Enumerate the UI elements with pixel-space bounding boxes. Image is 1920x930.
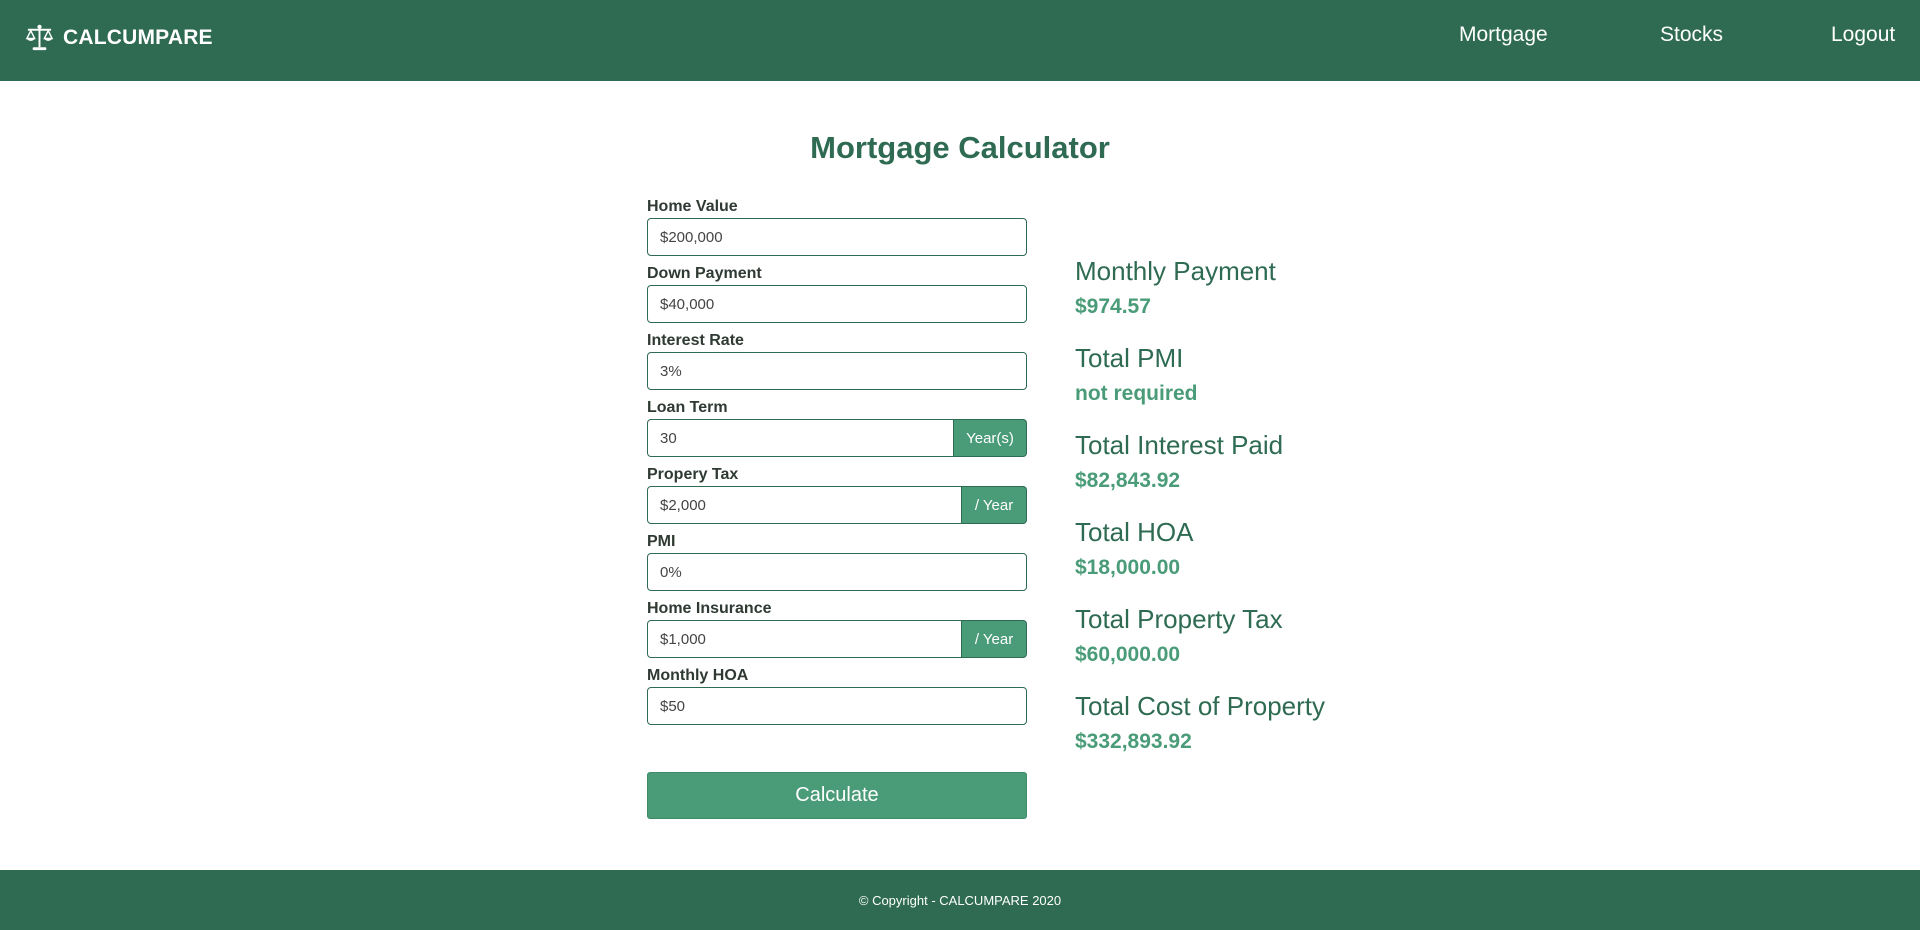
loan-term-input[interactable]	[647, 419, 954, 457]
down-payment-row	[647, 285, 1027, 323]
brand-name: CALCUMPARE	[63, 25, 213, 49]
home-value-label: Home Value	[647, 198, 738, 215]
interest-rate-input[interactable]	[647, 352, 1027, 390]
brand[interactable]: CALCUMPARE	[24, 22, 213, 53]
result-title: Total Cost of Property	[1075, 691, 1325, 721]
calculate-button[interactable]: Calculate	[647, 772, 1027, 819]
pmi-label: PMI	[647, 533, 676, 550]
result-value: $82,843.92	[1075, 469, 1181, 492]
result-value: $18,000.00	[1075, 556, 1181, 579]
result-title: Total PMI	[1075, 343, 1184, 373]
property-tax-row: / Year	[647, 486, 1027, 524]
top-navbar: CALCUMPARE Mortgage Stocks Logout	[0, 0, 1920, 81]
result-title: Total Property Tax	[1075, 604, 1283, 634]
page-title: Mortgage Calculator	[810, 130, 1110, 165]
total-hoa-result: Total HOA $18,000.00	[1075, 513, 1475, 600]
footer: © Copyright - CALCUMPARE 2020	[0, 870, 1920, 930]
home-insurance-input[interactable]	[647, 620, 962, 658]
monthly-payment-result: Monthly Payment $974.57	[1075, 252, 1475, 339]
pmi-input[interactable]	[647, 553, 1027, 591]
home-value-row	[647, 218, 1027, 256]
mortgage-form: Home Value Down Payment Interest Rate Lo…	[647, 196, 1027, 732]
monthly-hoa-row	[647, 687, 1027, 725]
total-interest-result: Total Interest Paid $82,843.92	[1075, 426, 1475, 513]
interest-rate-label: Interest Rate	[647, 332, 744, 349]
nav-link-stocks[interactable]: Stocks	[1660, 23, 1723, 47]
home-insurance-unit-addon: / Year	[962, 620, 1027, 658]
interest-rate-row	[647, 352, 1027, 390]
total-cost-result: Total Cost of Property $332,893.92	[1075, 687, 1475, 774]
loan-term-label: Loan Term	[647, 399, 728, 416]
pmi-row	[647, 553, 1027, 591]
copyright-text: © Copyright - CALCUMPARE 2020	[858, 892, 1062, 908]
total-property-tax-result: Total Property Tax $60,000.00	[1075, 600, 1475, 687]
nav-link-mortgage[interactable]: Mortgage	[1459, 23, 1548, 47]
results-panel: Monthly Payment $974.57 Total PMI not re…	[1075, 252, 1475, 774]
down-payment-input[interactable]	[647, 285, 1027, 323]
monthly-hoa-label: Monthly HOA	[647, 667, 749, 684]
home-insurance-row: / Year	[647, 620, 1027, 658]
result-title: Monthly Payment	[1075, 256, 1276, 286]
home-insurance-label: Home Insurance	[647, 600, 772, 617]
property-tax-unit-addon: / Year	[962, 486, 1027, 524]
result-value: $60,000.00	[1075, 643, 1181, 666]
nav-link-logout[interactable]: Logout	[1831, 23, 1895, 47]
result-value: $332,893.92	[1075, 730, 1192, 753]
scales-icon	[25, 24, 54, 51]
property-tax-label: Propery Tax	[647, 466, 739, 483]
down-payment-label: Down Payment	[647, 265, 762, 282]
loan-term-unit-addon: Year(s)	[954, 419, 1027, 457]
home-value-input[interactable]	[647, 218, 1027, 256]
result-value: $974.57	[1075, 295, 1151, 318]
loan-term-row: Year(s)	[647, 419, 1027, 457]
property-tax-input[interactable]	[647, 486, 962, 524]
monthly-hoa-input[interactable]	[647, 687, 1027, 725]
result-title: Total Interest Paid	[1075, 430, 1284, 460]
total-pmi-result: Total PMI not required	[1075, 339, 1475, 426]
result-value: not required	[1075, 382, 1198, 405]
result-title: Total HOA	[1075, 517, 1194, 547]
